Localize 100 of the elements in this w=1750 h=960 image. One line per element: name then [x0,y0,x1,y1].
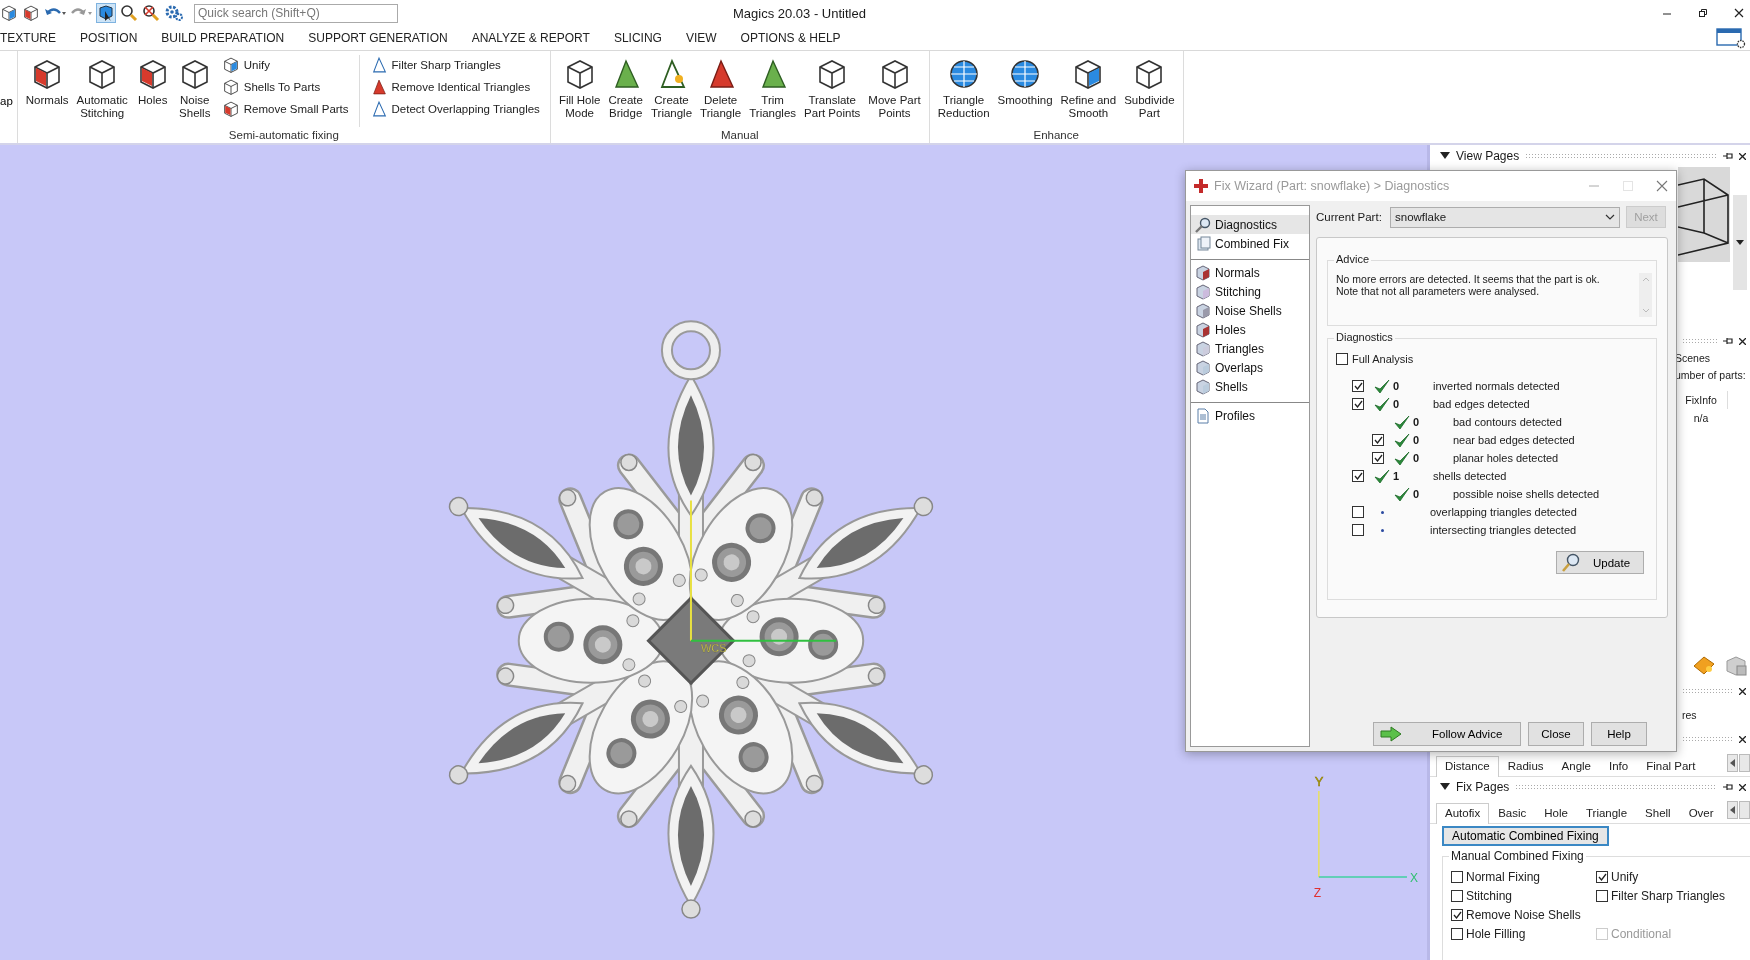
nav-item[interactable]: Combined Fix [1191,234,1309,253]
pin-icon[interactable] [1723,152,1733,160]
nav-item[interactable]: Shells [1191,377,1309,396]
cube-icon[interactable] [1724,654,1748,676]
checkbox[interactable] [1596,889,1608,902]
checkbox-option[interactable]: Stitching [1451,886,1596,905]
tab[interactable]: Radius [1498,756,1553,776]
ribbon-button[interactable]: Subdivide Part [1120,55,1179,122]
checkbox[interactable] [1451,908,1463,921]
nav-item[interactable]: Profiles [1191,406,1309,425]
tab[interactable]: Basic [1489,803,1536,823]
checkbox-option[interactable]: Hole Filling [1451,924,1596,943]
tab[interactable]: Distance [1436,756,1499,777]
checkbox[interactable] [1336,353,1348,365]
collapse-icon[interactable] [1440,783,1450,791]
checkbox[interactable] [1352,398,1364,410]
checkbox[interactable] [1451,870,1463,883]
dialog-button[interactable]: Close [1528,722,1584,746]
ribbon-button[interactable]: Shells To Parts [221,77,349,97]
close-icon[interactable] [1739,735,1746,743]
dialog-button[interactable]: Help [1591,722,1647,746]
zoom-icon[interactable] [120,4,138,22]
tab[interactable]: Final Part [1637,756,1705,776]
zoom-icon[interactable] [142,4,160,22]
window-settings-icon[interactable] [1716,27,1746,49]
ribbon-button[interactable]: Trim Triangles [745,55,801,122]
ribbon-button[interactable]: Smoothing [993,55,1057,109]
ribbon-button[interactable]: Unify [221,55,349,75]
ribbon-button[interactable]: Fill Hole Mode [554,55,605,122]
menu-tab[interactable]: ANALYZE & REPORT [459,31,602,45]
checkbox-option[interactable]: Full Analysis [1336,351,1414,367]
checkbox[interactable] [1352,470,1364,482]
ribbon-button[interactable]: Remove Small Parts [221,99,349,119]
checkbox[interactable] [1451,927,1463,940]
checkbox[interactable] [1352,380,1364,392]
restore-icon[interactable] [1698,8,1708,18]
search-field[interactable]: Quick search (Shift+Q) [194,3,398,23]
tab[interactable]: Shell [1636,803,1680,823]
update-button[interactable]: Update [1556,551,1644,574]
close-icon[interactable] [1734,8,1744,18]
close-icon[interactable] [1739,337,1746,345]
scroll-left-button[interactable] [1727,801,1738,819]
pin-icon[interactable] [1723,783,1733,791]
ribbon-button[interactable]: Normals [21,55,73,109]
ribbon-button[interactable]: Triangle Reduction [933,55,994,122]
checkbox-option[interactable]: Filter Sharp Triangles [1596,886,1750,905]
automatic-fixing-button[interactable]: Automatic Combined Fixing [1442,826,1609,846]
ribbon-button[interactable]: Move Part Points [864,55,925,122]
menu-tab[interactable]: BUILD PREPARATION [149,31,297,45]
scroll-left-button[interactable] [1727,754,1738,772]
tab[interactable]: Autofix [1436,803,1490,824]
tab[interactable]: Angle [1552,756,1600,776]
checkbox[interactable] [1596,870,1608,883]
close-icon[interactable] [1739,152,1746,160]
nav-item[interactable]: Stitching [1191,282,1309,301]
menu-tab[interactable]: OPTIONS & HELP [728,31,853,45]
select-icon[interactable] [96,3,116,23]
ribbon-button[interactable]: Refine and Smooth [1056,55,1121,122]
checkbox-option[interactable]: Remove Noise Shells [1451,905,1596,924]
nav-item[interactable]: Overlaps [1191,358,1309,377]
checkbox[interactable] [1352,524,1364,536]
menu-tab[interactable]: POSITION [68,31,150,45]
ribbon-button[interactable]: Delete Triangle [696,55,746,122]
ribbon-button[interactable]: Translate Part Points [800,55,865,122]
menu-tab[interactable]: SUPPORT GENERATION [296,31,460,45]
tab[interactable]: Info [1600,756,1638,776]
ribbon-button[interactable]: Noise Shells [173,55,216,122]
ribbon-button[interactable]: Filter Sharp Triangles [369,55,540,75]
checkbox[interactable] [1451,889,1463,902]
pin-icon[interactable] [1723,337,1733,345]
collapse-icon[interactable] [1440,152,1450,160]
nav-item[interactable]: Normals [1191,263,1309,282]
tab[interactable]: Triangle [1576,803,1637,823]
menu-tab[interactable]: TEXTURE [0,31,68,45]
checkbox[interactable] [1372,452,1384,464]
nav-item[interactable]: Triangles [1191,339,1309,358]
menu-tab[interactable]: VIEW [673,31,729,45]
ribbon-button[interactable]: Holes [131,55,174,109]
ribbon-button[interactable]: Remove Identical Triangles [369,77,540,97]
part-icon[interactable] [1692,654,1716,676]
checkbox[interactable] [1372,434,1384,446]
checkbox[interactable] [1352,506,1364,518]
ribbon-button[interactable]: Create Bridge [604,55,647,122]
ribbon-button[interactable]: ap [0,55,13,107]
close-icon[interactable] [1739,687,1746,695]
nav-item[interactable]: Holes [1191,320,1309,339]
close-icon[interactable] [1739,783,1746,791]
checkbox-option[interactable]: Unify [1596,867,1750,886]
ribbon-button[interactable]: Detect Overlapping Triangles [369,99,540,119]
menu-tab[interactable]: SLICING [601,31,674,45]
tab[interactable]: Over [1679,803,1723,823]
view-cube-drawing[interactable] [1678,167,1730,262]
tab[interactable]: Hole [1535,803,1577,823]
gear-icon[interactable] [164,4,184,22]
dialog-button[interactable]: Follow Advice [1373,722,1521,746]
nav-item[interactable]: Noise Shells [1191,301,1309,320]
part-dropdown[interactable]: snowflake [1390,206,1620,228]
checkbox-option[interactable]: Normal Fixing [1451,867,1596,886]
ribbon-button[interactable]: Automatic Stitching [72,55,132,122]
nav-item[interactable]: Diagnostics [1191,215,1309,234]
